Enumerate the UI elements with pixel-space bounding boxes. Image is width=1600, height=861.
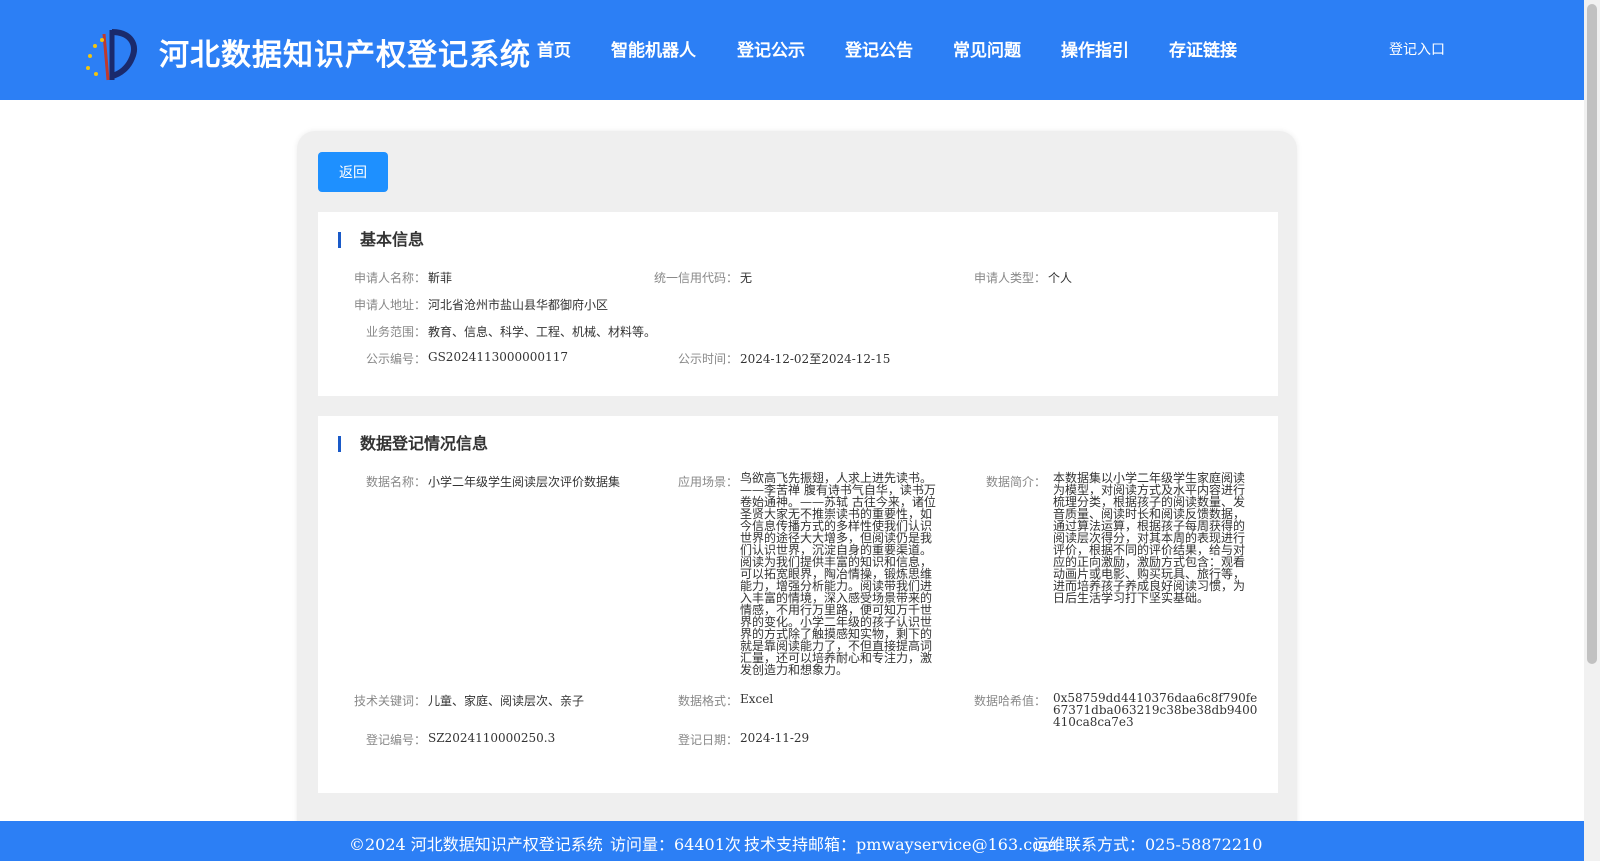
- reg-date-label: 登记日期：: [677, 733, 738, 747]
- nav-faq[interactable]: 常见问题: [953, 36, 1021, 61]
- applicant-type-value: 个人: [1048, 271, 1073, 285]
- basic-info-title: 基本信息: [338, 231, 424, 249]
- applicant-name-label: 申请人名称：: [353, 271, 426, 285]
- applicant-name-value: 靳菲: [428, 271, 453, 285]
- footer-contact: 运维联系方式：025-58872210: [1033, 835, 1263, 854]
- credit-code-value: 无: [740, 271, 753, 285]
- nav-registration-notice[interactable]: 登记公告: [845, 36, 913, 61]
- keywords-value: 儿童、家庭、阅读层次、亲子: [428, 694, 585, 708]
- scene-value: 鸟欲高飞先振翅，人求上进先读书。——李苦禅 腹有诗书气自华，读书万卷始通神。——…: [740, 471, 936, 677]
- intro-value: 本数据集以小学二年级学生家庭阅读为模型，对阅读方式及水平内容进行梳理分类，根据孩…: [1053, 471, 1246, 605]
- nav-evidence-link[interactable]: 存证链接: [1169, 36, 1237, 61]
- notice-time-value: 2024-12-02至2024-12-15: [740, 352, 891, 366]
- data-name-label: 数据名称：: [365, 475, 426, 489]
- nav-robot[interactable]: 智能机器人: [611, 36, 696, 61]
- site-title: 河北数据知识产权登记系统: [159, 38, 531, 73]
- notice-time-label: 公示时间：: [677, 352, 738, 366]
- basic-info-card: 基本信息 申请人名称： 靳菲 统一信用代码： 无 申请人类型： 个人 申请人地址…: [318, 212, 1278, 396]
- page-scrollbar[interactable]: [1584, 0, 1600, 861]
- address-label: 申请人地址：: [353, 298, 426, 312]
- footer-copyright: ©2024 河北数据知识产权登记系统: [349, 835, 603, 854]
- notice-no-value: GS2024113000000117: [428, 350, 568, 364]
- data-registration-title: 数据登记情况信息: [338, 435, 488, 453]
- keywords-label: 技术关键词：: [353, 694, 426, 708]
- reg-date-value: 2024-11-29: [740, 731, 810, 745]
- nav-guide[interactable]: 操作指引: [1061, 36, 1129, 61]
- hash-label: 数据哈希值：: [973, 694, 1046, 708]
- site-logo-icon: [86, 29, 137, 81]
- page-footer: ©2024 河北数据知识产权登记系统 访问量：64401次 技术支持邮箱：pmw…: [0, 821, 1584, 861]
- notice-no-label: 公示编号：: [365, 352, 426, 366]
- footer-visits: 访问量：64401次: [610, 835, 741, 854]
- credit-code-label: 统一信用代码：: [653, 271, 738, 285]
- scene-label: 应用场景：: [677, 475, 738, 489]
- login-link[interactable]: 登记入口: [1389, 39, 1445, 59]
- scrollbar-thumb[interactable]: [1587, 4, 1597, 664]
- top-header: 河北数据知识产权登记系统 首页 智能机器人 登记公示 登记公告 常见问题 操作指…: [0, 0, 1584, 100]
- data-name-value: 小学二年级学生阅读层次评价数据集: [428, 475, 621, 489]
- hash-value: 0x58759dd4410376daa6c8f790fe67371dba0632…: [1053, 691, 1258, 729]
- address-value: 河北省沧州市盐山县华都御府小区: [428, 298, 609, 312]
- applicant-type-label: 申请人类型：: [973, 271, 1046, 285]
- footer-email: 技术支持邮箱：pmwayservice@163.com: [744, 835, 1057, 854]
- reg-no-label: 登记编号：: [365, 733, 426, 747]
- nav-registration-public[interactable]: 登记公示: [737, 36, 805, 61]
- reg-no-value: SZ2024110000250.3: [428, 731, 556, 745]
- scope-value: 教育、信息、科学、工程、机械、材料等。: [428, 325, 657, 339]
- intro-label: 数据简介：: [985, 475, 1046, 489]
- scope-label: 业务范围：: [365, 325, 426, 339]
- data-registration-card: 数据登记情况信息 数据名称： 小学二年级学生阅读层次评价数据集 应用场景： 鸟欲…: [318, 416, 1278, 793]
- nav-home[interactable]: 首页: [537, 36, 571, 61]
- back-button[interactable]: 返回: [318, 152, 388, 192]
- format-label: 数据格式：: [677, 694, 738, 708]
- format-value: Excel: [740, 692, 774, 706]
